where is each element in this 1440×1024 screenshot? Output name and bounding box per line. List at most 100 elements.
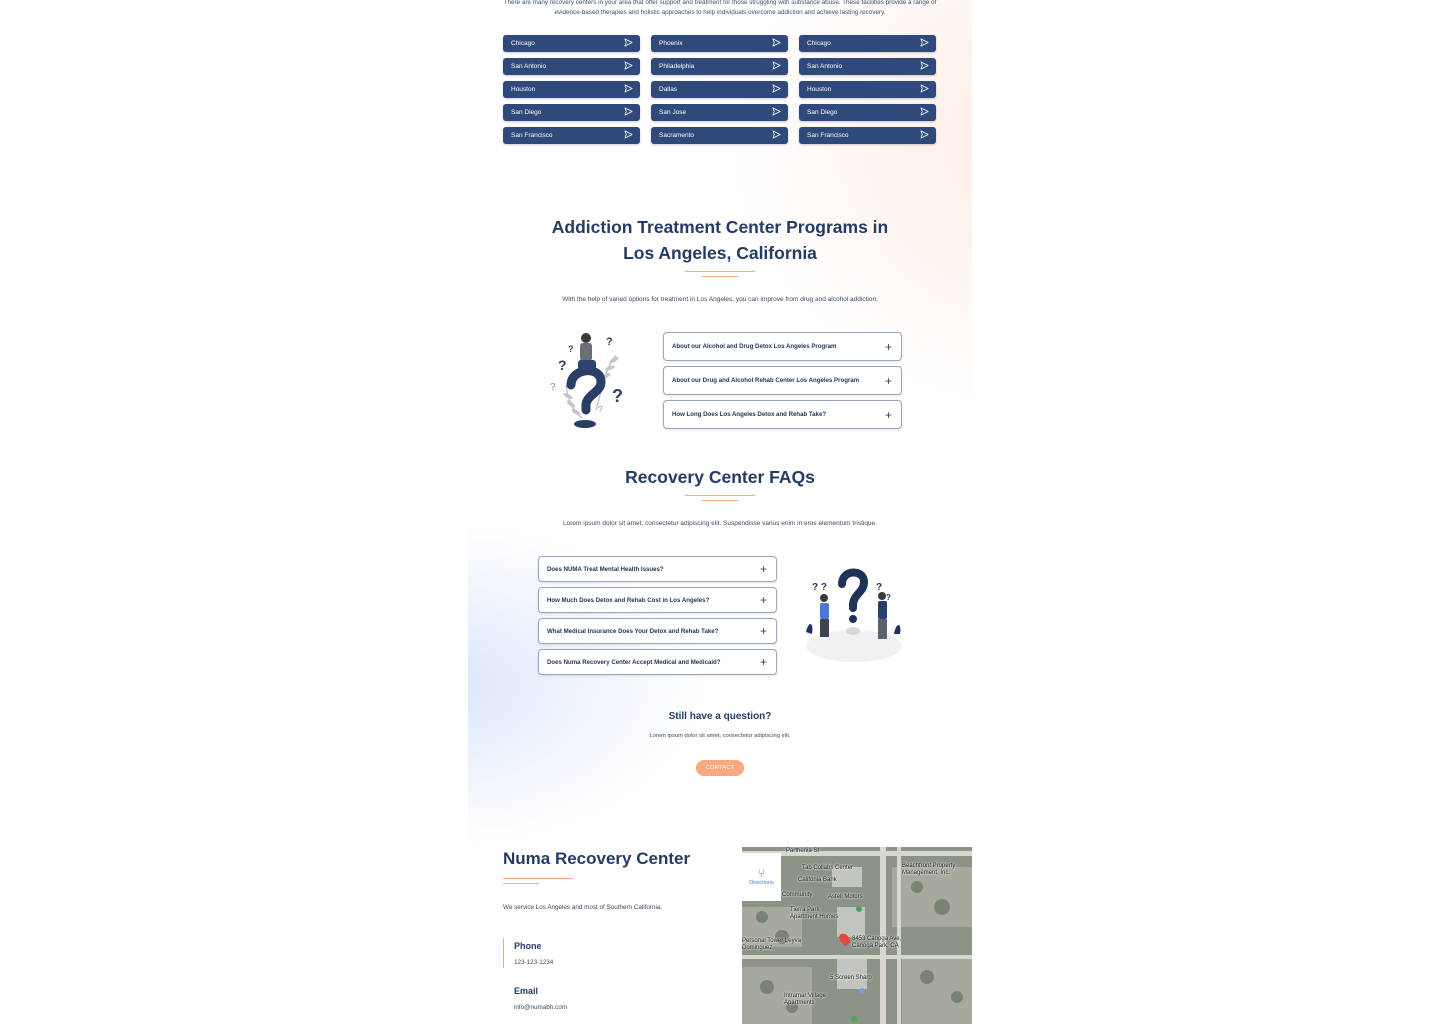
faq-accordion-3[interactable]: What Medical Insurance Does Your Detox a… [538,618,777,644]
map-label-address: 8453 Canoga Ave, Canoga Park, CA [852,936,901,950]
city-button[interactable]: San Antonio [503,58,640,75]
center-service-text: We service Los Angeles and most of South… [503,904,663,911]
city-button[interactable]: San Diego [503,104,640,121]
svg-text:? ?: ? ? [812,582,827,593]
send-arrow-icon [624,38,633,49]
faq-accordion-2[interactable]: How Much Does Detox and Rehab Cost in Lo… [538,587,777,613]
city-button-label: Dallas [659,86,678,93]
faq-accordion-label: Does Numa Recovery Center Accept Medical… [547,658,721,666]
city-button[interactable]: Chicago [503,35,640,52]
program-accordion-label: About our Drug and Alcohol Rehab Center … [672,377,860,384]
intro-paragraph: There are many recovery centers in your … [503,0,937,16]
program-accordion-label: About our Alcohol and Drug Detox Los Ang… [672,343,837,350]
send-arrow-icon [624,84,633,95]
svg-text:?: ? [606,336,613,348]
send-arrow-icon [624,107,633,118]
two-people-question-illustration: ? ? ? ? [802,564,906,664]
map-label-beach: Beachfront Property Management, Inc. [902,863,956,876]
city-button-label: San Francisco [511,132,553,139]
question-mark-illustration-icon: ? ? ? ? ? ? [550,333,623,428]
city-button-label: San Antonio [511,63,547,70]
faq-title: Recovery Center FAQs [625,467,815,487]
plus-icon: + [759,593,767,607]
plus-icon: + [884,339,892,354]
faq-underline [685,495,755,496]
faq-accordion-label: Does NUMA Treat Mental Health Issues? [547,565,664,573]
contact-button[interactable]: CONTACT [696,760,744,776]
faq-subtitle: Lorem ipsum dolor sit amet, consectetur … [563,520,877,527]
city-button[interactable]: Philadelphia [651,58,788,75]
phone-value[interactable]: 123-123-1234 [514,959,553,966]
city-button-label: San Antonio [807,63,843,70]
city-button-label: Phoenix [659,40,683,47]
center-title: Numa Recovery Center [503,849,691,868]
city-button[interactable]: San Francisco [503,127,640,144]
program-accordion-1[interactable]: About our Alcohol and Drug Detox Los Ang… [663,332,902,361]
city-button[interactable]: San Diego [799,104,936,121]
map-label-personal: Personal Tower Leyva Dominguez [742,938,801,951]
city-button-label: Houston [511,86,536,93]
city-button-label: Chicago [511,40,535,47]
plus-icon: + [759,624,767,638]
city-button-label: Chicago [807,40,831,47]
send-arrow-icon [772,130,781,141]
faq-underline-short [702,500,738,501]
map-label-community: Community [782,892,813,898]
city-button-label: San Diego [807,109,838,116]
map-label-bosco: Tab Collabs Center [802,865,854,871]
plus-icon: + [884,407,892,422]
question-title: Still have a question? [668,711,772,722]
email-value[interactable]: info@numabh.com [514,1004,567,1011]
map-label-parthenia: Parthenia St [786,848,820,854]
faq-accordion-4[interactable]: Does Numa Recovery Center Accept Medical… [538,649,777,675]
plus-icon: + [884,373,892,388]
map-address-line2: Canoga Park, CA [852,943,899,949]
programs-underline-short [702,276,738,277]
email-label: Email [514,986,539,996]
svg-text:?: ? [886,593,891,602]
send-arrow-icon [920,107,929,118]
svg-text:?: ? [550,382,556,393]
send-arrow-icon [772,61,781,72]
directions-label: Directions [749,880,774,886]
send-arrow-icon [624,61,633,72]
confused-person-illustration: ? ? ? ? ? ? [546,330,634,432]
faq-accordion-label: What Medical Insurance Does Your Detox a… [547,627,719,635]
faq-accordion-1[interactable]: Does NUMA Treat Mental Health Issues? + [538,556,777,582]
city-button-label: Sacramento [659,132,695,139]
question-text: Lorem ipsum dolor sit amet, consectetur … [649,733,791,739]
city-button[interactable]: Houston [799,81,936,98]
city-button-label: San Diego [511,109,542,116]
city-button[interactable]: San Antonio [799,58,936,75]
directions-button[interactable]: ⑂ Directions [742,853,781,901]
city-button[interactable]: Dallas [651,81,788,98]
svg-text:?: ? [876,582,882,593]
city-button[interactable]: Chicago [799,35,936,52]
programs-title-line1: Addiction Treatment Center Programs in [551,217,889,237]
send-arrow-icon [920,38,929,49]
city-button-label: Houston [807,86,832,93]
plus-icon: + [759,655,767,669]
svg-text:?: ? [598,405,603,414]
program-accordion-2[interactable]: About our Drug and Alcohol Rehab Center … [663,366,902,395]
city-button[interactable]: Sacramento [651,127,788,144]
city-button-label: San Francisco [807,132,849,139]
map-label-tierra: Tierra Park Apartment Homes [790,907,839,920]
phone-accent-bar [503,938,504,968]
program-accordion-3[interactable]: How Long Does Los Angeles Detox and Reha… [663,400,902,429]
map-label-village: Intramar Village Apartments [784,993,826,1006]
send-arrow-icon [920,130,929,141]
program-accordion-label: How Long Does Los Angeles Detox and Reha… [672,411,827,418]
location-map[interactable]: ⑂ Directions Parthenia St Tab Collabs Ce… [742,847,972,1024]
center-underline-short [503,883,539,884]
city-button[interactable]: Phoenix [651,35,788,52]
city-button[interactable]: San Jose [651,104,788,121]
map-address-line1: 8453 Canoga Ave, [852,936,902,942]
send-arrow-icon [920,61,929,72]
faq-accordion-label: How Much Does Detox and Rehab Cost in Lo… [547,596,710,604]
city-button[interactable]: San Francisco [799,127,936,144]
send-arrow-icon [624,130,633,141]
city-button-label: San Jose [659,109,687,116]
city-button-label: Philadelphia [659,63,695,70]
city-button[interactable]: Houston [503,81,640,98]
